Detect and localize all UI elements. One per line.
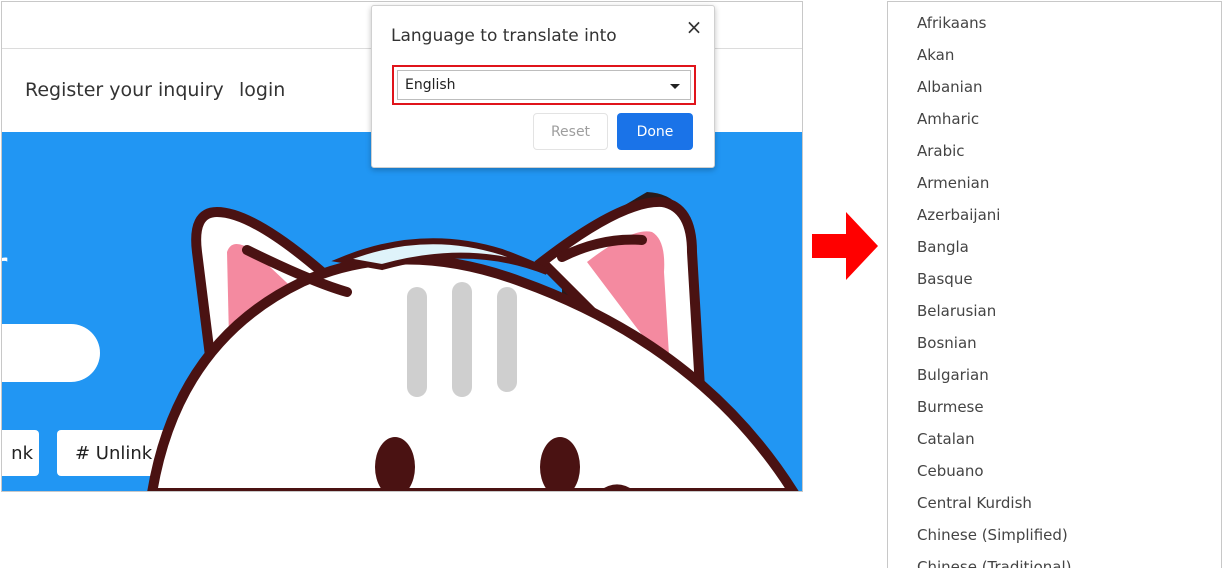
language-option[interactable]: Amharic (917, 107, 979, 131)
language-option[interactable]: Catalan (917, 427, 975, 451)
right-arrow-icon (812, 212, 878, 280)
language-select[interactable]: English (397, 70, 691, 100)
language-option[interactable]: Basque (917, 267, 973, 291)
language-option[interactable]: Afrikaans (917, 11, 986, 35)
done-button[interactable]: Done (617, 113, 693, 150)
login-link[interactable]: login (239, 79, 285, 101)
language-option[interactable]: Bosnian (917, 331, 977, 355)
language-option[interactable]: Arabic (917, 139, 965, 163)
language-option[interactable]: Cebuano (917, 459, 984, 483)
reset-button[interactable]: Reset (533, 113, 608, 150)
language-option[interactable]: Burmese (917, 395, 984, 419)
language-option[interactable]: Bulgarian (917, 363, 989, 387)
language-option[interactable]: Albanian (917, 75, 983, 99)
chevron-down-icon (670, 84, 680, 89)
language-select-highlight: English (392, 65, 696, 105)
language-select-value: English (405, 77, 456, 93)
language-dropdown-list: Afrikaans Akan Albanian Amharic Arabic A… (887, 1, 1222, 568)
popup-title: Language to translate into (391, 26, 617, 46)
language-option[interactable]: Akan (917, 43, 954, 67)
language-option[interactable]: Azerbaijani (917, 203, 1000, 227)
language-option[interactable]: Chinese (Simplified) (917, 523, 1068, 547)
close-icon[interactable]: × (682, 15, 706, 39)
language-option[interactable]: Chinese (Traditional) (917, 555, 1072, 568)
register-inquiry-link[interactable]: Register your inquiry (25, 79, 224, 101)
translate-language-popup: Language to translate into × English Res… (371, 5, 715, 168)
language-option[interactable]: Bangla (917, 235, 969, 259)
language-option[interactable]: Central Kurdish (917, 491, 1032, 515)
language-option[interactable]: Armenian (917, 171, 989, 195)
cat-mascot-illustration (147, 192, 799, 491)
language-option[interactable]: Belarusian (917, 299, 996, 323)
hero-banner: r nk # Unlink account (2, 132, 802, 491)
